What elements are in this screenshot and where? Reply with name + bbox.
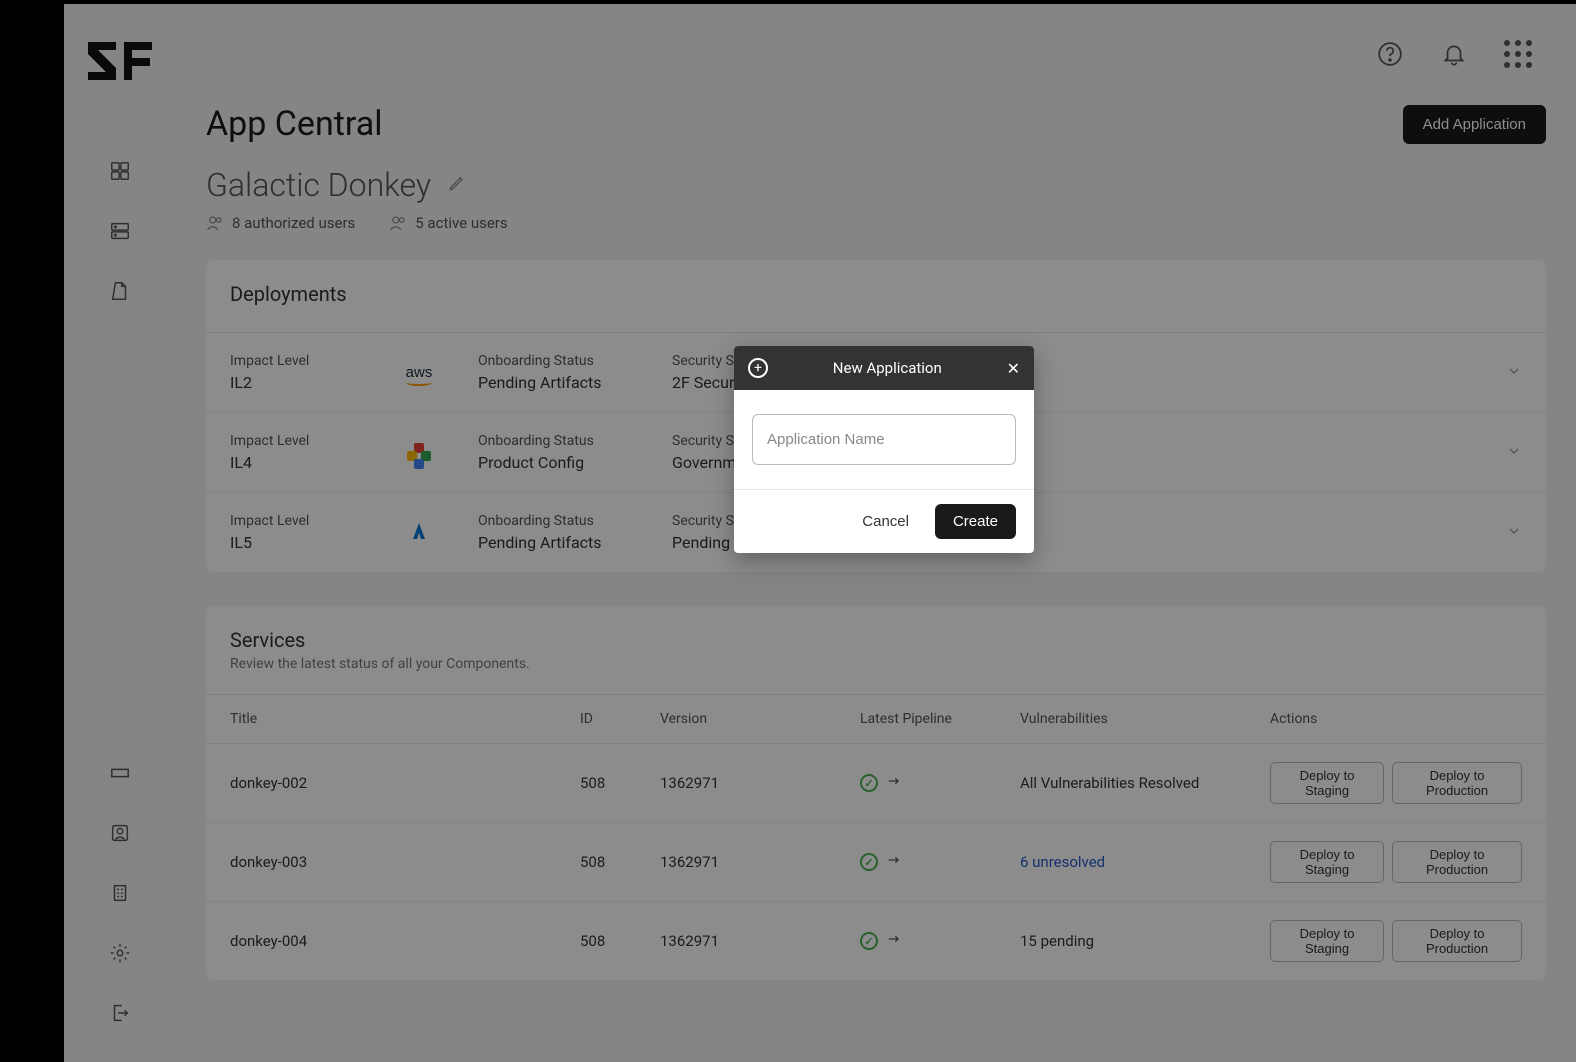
modal-header: + New Application ✕ [734,346,1034,390]
plus-circle-icon: + [748,358,768,378]
close-icon[interactable]: ✕ [1007,359,1020,378]
create-button[interactable]: Create [935,504,1016,539]
modal-body [734,390,1034,489]
modal-footer: Cancel Create [734,489,1034,553]
new-application-modal: + New Application ✕ Cancel Create [734,346,1034,553]
cancel-button[interactable]: Cancel [850,504,921,539]
application-name-input[interactable] [752,414,1016,465]
modal-title: New Application [780,359,995,377]
